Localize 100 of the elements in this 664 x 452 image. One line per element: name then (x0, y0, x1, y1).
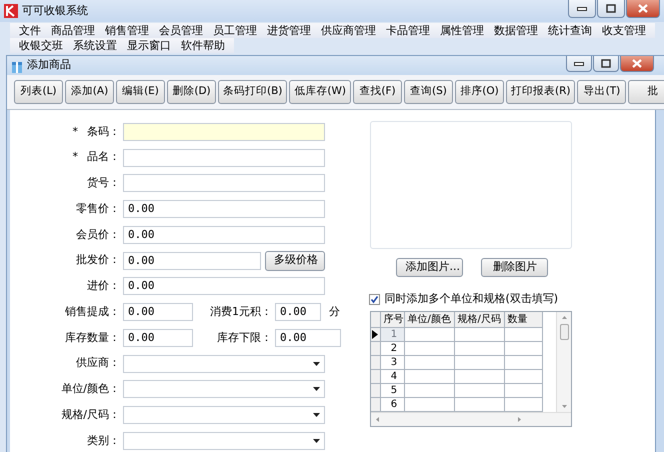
close-button[interactable] (620, 56, 654, 72)
input-field[interactable] (123, 122, 325, 141)
scroll-right-icon (518, 416, 522, 422)
dropdown[interactable] (123, 354, 325, 373)
close-icon (638, 4, 648, 13)
field-label: 规格/尺码： (61, 408, 120, 421)
minimize-icon (574, 60, 584, 67)
input-field[interactable]: 0.00 (123, 226, 325, 244)
caret-icon (313, 362, 320, 366)
table-cell[interactable] (405, 342, 456, 356)
field-label: 库存下限： (216, 330, 273, 346)
input-field[interactable]: 0.00 (123, 200, 325, 218)
menu-item[interactable]: 收银交班 (14, 38, 68, 52)
minimize-button[interactable] (566, 56, 592, 72)
required-mark: * (72, 150, 78, 164)
input-field[interactable]: 0.00 (275, 303, 321, 322)
table-cell[interactable] (455, 384, 506, 398)
window-title: 可可收银系统 (22, 2, 88, 19)
menu-item[interactable]: 员工管理 (208, 24, 262, 38)
table-cell[interactable] (405, 328, 456, 342)
menu-item[interactable]: 收支管理 (597, 24, 651, 38)
table-cell[interactable] (505, 356, 544, 370)
checkbox[interactable] (369, 294, 380, 305)
image-button[interactable]: 添加图片... (396, 258, 464, 277)
maximize-button[interactable] (593, 56, 619, 72)
toolbar-button[interactable]: 添加(A) (65, 80, 114, 104)
toolbar-button[interactable]: 编辑(E) (116, 80, 165, 104)
input-field[interactable] (123, 174, 325, 192)
table-cell[interactable] (505, 342, 544, 356)
menu-item[interactable]: 系统设置 (68, 38, 122, 52)
toolbar-button[interactable]: 导出(T) (577, 80, 626, 104)
menu-item[interactable]: 会员管理 (154, 24, 208, 38)
window-title: 添加商品 (27, 57, 71, 74)
multi-price-button[interactable]: 多级价格 (265, 250, 325, 271)
toolbar-button[interactable]: 列表(L) (14, 80, 63, 104)
close-button[interactable] (626, 0, 660, 18)
table-cell[interactable] (405, 356, 456, 370)
input-field[interactable]: 0.00 (123, 328, 193, 347)
toolbar-button[interactable]: 排序(O) (454, 80, 504, 104)
table-cell[interactable] (405, 384, 456, 398)
toolbar-button[interactable]: 查找(F) (352, 80, 402, 104)
field-label: 品名： (87, 150, 120, 164)
image-button[interactable]: 删除图片 (481, 258, 548, 277)
scroll-down-icon (562, 404, 567, 408)
column-header: 规格/尺码 (455, 312, 506, 328)
input-field[interactable]: 0.00 (123, 303, 193, 322)
field-label: 消费1元积： (209, 304, 273, 320)
minimize-button[interactable] (568, 0, 596, 18)
horizontal-scrollbar[interactable] (371, 412, 572, 426)
toolbar-button[interactable]: 查询(S) (404, 80, 453, 104)
dropdown[interactable] (123, 432, 325, 450)
table-cell[interactable] (505, 370, 544, 384)
menu-item[interactable]: 显示窗口 (122, 38, 176, 52)
toolbar-button[interactable]: 条码打印(B) (218, 80, 288, 104)
menu-item[interactable]: 软件帮助 (176, 38, 230, 52)
dropdown[interactable] (123, 406, 325, 424)
input-field[interactable] (123, 148, 325, 167)
toolbar-button[interactable]: 低库存(W) (289, 80, 351, 104)
column-header: 数量 (505, 312, 544, 328)
menu-item[interactable]: 卡品管理 (381, 24, 435, 38)
menu-item[interactable]: 销售管理 (100, 24, 154, 38)
menu-item[interactable]: 进货管理 (262, 24, 316, 38)
menu-item[interactable]: 商品管理 (46, 24, 100, 38)
field-label: 进价： (87, 279, 120, 292)
table-cell[interactable] (455, 328, 506, 342)
input-field[interactable]: 0.00 (123, 252, 261, 270)
maximize-button[interactable] (597, 0, 625, 18)
caret-icon (313, 438, 320, 443)
column-header: 序号 (381, 312, 406, 328)
table-cell[interactable] (405, 370, 456, 384)
input-field[interactable]: 0.00 (275, 328, 341, 347)
scroll-up-icon (562, 316, 567, 318)
caret-icon (313, 413, 320, 418)
menu-item[interactable]: 统计查询 (543, 24, 597, 38)
vertical-scrollbar[interactable] (556, 312, 572, 412)
dropdown[interactable] (123, 380, 325, 398)
table-cell[interactable] (505, 328, 544, 342)
toolbar-button[interactable]: 批 (628, 80, 664, 104)
field-label: 销售提成： (64, 304, 121, 320)
caret-icon (313, 387, 320, 392)
close-icon (632, 59, 642, 68)
field-label: 类别： (87, 434, 120, 447)
table-cell[interactable] (455, 342, 506, 356)
menu-item[interactable]: 供应商管理 (316, 24, 381, 38)
table-cell[interactable] (455, 356, 506, 370)
column-header: 单位/颜色 (405, 312, 456, 328)
row-number: 2 (381, 342, 406, 356)
toolbar-button[interactable]: 删除(D) (167, 80, 216, 104)
menu-item[interactable]: 数据管理 (489, 24, 543, 38)
toolbar-button[interactable]: 打印报表(R) (506, 80, 576, 104)
menu-item[interactable]: 属性管理 (435, 24, 489, 38)
input-field[interactable]: 0.00 (123, 277, 325, 296)
field-label: 条码： (87, 124, 120, 138)
field-label: 库存数量： (64, 330, 121, 346)
app-logo-icon (4, 4, 18, 18)
scroll-thumb[interactable] (560, 324, 569, 340)
table-cell[interactable] (505, 384, 544, 398)
menu-item[interactable]: 文件 (14, 24, 46, 38)
field-label: 货号： (87, 176, 120, 190)
table-cell[interactable] (455, 370, 506, 384)
